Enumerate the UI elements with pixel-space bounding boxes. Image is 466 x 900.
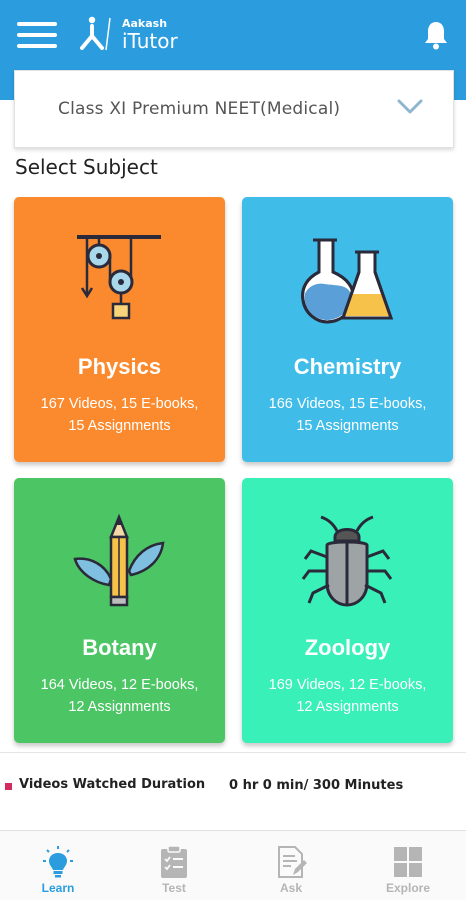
nav-label-learn: Learn — [41, 881, 75, 895]
document-edit-icon — [278, 846, 307, 878]
class-selector-value: Class XI Premium NEET(Medical) — [58, 99, 341, 119]
flask-icon — [301, 238, 394, 324]
lightbulb-icon — [43, 846, 73, 878]
brand-name-text: iTutor — [122, 29, 178, 53]
subject-meta: 167 Videos, 15 E-books, 15 Assignments — [24, 393, 215, 437]
subject-meta-line2: 12 Assignments — [68, 699, 171, 715]
nav-label-ask: Ask — [279, 881, 302, 895]
nav-item-explore[interactable]: Explore — [350, 831, 466, 900]
videos-watched-panel: Videos Watched Duration 0 hr 0 min/ 300 … — [0, 752, 466, 830]
subject-name: Zoology — [304, 635, 391, 660]
subject-meta: 164 Videos, 12 E-books, 12 Assignments — [24, 674, 215, 718]
watched-duration-label: Videos Watched Duration — [19, 777, 206, 792]
subject-meta-line2: 15 Assignments — [296, 418, 399, 434]
subject-meta-line1: 167 Videos, 15 E-books, — [40, 396, 199, 412]
nav-label-explore: Explore — [385, 881, 430, 895]
subject-card-zoology[interactable]: Zoology 169 Videos, 12 E-books, 12 Assig… — [242, 478, 453, 743]
subject-meta-line1: 166 Videos, 15 E-books, — [268, 396, 427, 412]
nav-label-test: Test — [162, 881, 186, 895]
subject-meta-line2: 12 Assignments — [296, 699, 399, 715]
section-title: Select Subject — [15, 155, 158, 179]
subject-meta: 169 Videos, 12 E-books, 12 Assignments — [252, 674, 443, 718]
beetle-icon — [301, 515, 393, 607]
watched-duration-value: 0 hr 0 min/ 300 Minutes — [229, 778, 404, 793]
app-header: Aakash iTutor — [0, 0, 466, 70]
subject-card-chemistry[interactable]: Chemistry 166 Videos, 15 E-books, 15 Ass… — [242, 197, 453, 462]
watched-indicator-dot — [5, 783, 12, 790]
subject-meta-line2: 15 Assignments — [68, 418, 171, 434]
pulley-icon — [77, 235, 161, 320]
subject-meta: 166 Videos, 15 E-books, 15 Assignments — [252, 393, 443, 437]
subject-name: Chemistry — [293, 354, 402, 379]
bell-icon[interactable] — [423, 20, 449, 50]
pencil-leaf-icon — [73, 513, 165, 607]
subject-name: Botany — [82, 635, 157, 660]
class-selector-dropdown[interactable]: Class XI Premium NEET(Medical) — [14, 70, 454, 148]
subject-name: Physics — [77, 354, 162, 379]
nav-item-learn[interactable]: Learn — [0, 831, 116, 900]
clipboard-icon — [161, 845, 187, 878]
subject-card-physics[interactable]: Physics 167 Videos, 15 E-books, 15 Assig… — [14, 197, 225, 462]
subject-meta-line1: 169 Videos, 12 E-books, — [268, 677, 427, 693]
subject-card-botany[interactable]: Botany 164 Videos, 12 E-books, 12 Assign… — [14, 478, 225, 743]
nav-item-ask[interactable]: Ask — [233, 831, 349, 900]
subject-meta-line1: 164 Videos, 12 E-books, — [40, 677, 199, 693]
nav-item-test[interactable]: Test — [116, 831, 232, 900]
aakash-logo-icon — [80, 16, 111, 51]
grid-icon — [394, 847, 422, 877]
hamburger-menu-icon[interactable] — [17, 22, 57, 48]
chevron-down-icon[interactable] — [397, 98, 423, 116]
bottom-navigation: Learn Test Ask Explore — [0, 830, 466, 900]
